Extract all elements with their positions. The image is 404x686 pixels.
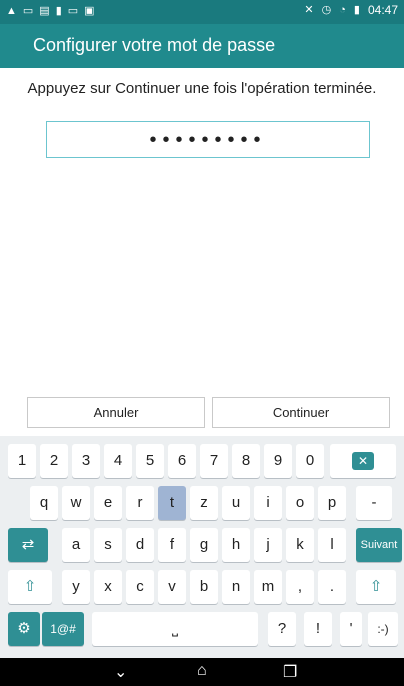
space-icon: ⎵ [171,620,178,637]
key-question[interactable]: ? [268,612,296,646]
key-k[interactable]: k [286,528,314,562]
space-key[interactable]: ⎵ [92,612,258,646]
key-s[interactable]: s [94,528,122,562]
header-bar: Configurer votre mot de passe [0,24,404,68]
key-e[interactable]: e [94,486,122,520]
card-icon: ▭ [67,5,79,17]
key-v[interactable]: v [158,570,186,604]
warning-icon: ▲ [6,5,17,17]
key-4[interactable]: 4 [104,444,132,478]
key-2[interactable]: 2 [40,444,68,478]
key-m[interactable]: m [254,570,282,604]
home-icon[interactable]: ⌂ [197,662,207,680]
mute-icon: ✕ [304,4,314,16]
key-3[interactable]: 3 [72,444,100,478]
shift-key-right[interactable]: ⇧ [356,570,396,604]
key-apostrophe[interactable]: ' [340,612,362,646]
key-x[interactable]: x [94,570,122,604]
shift-icon: ⇧ [23,578,37,595]
key-u[interactable]: u [222,486,250,520]
key-z[interactable]: z [190,486,218,520]
gear-icon: ⚙ [17,620,31,637]
onscreen-keyboard: 1 2 3 4 5 6 7 8 9 0 ✕ q w e r t z u i o … [0,436,404,658]
shift-key-left[interactable]: ⇧ [8,570,52,604]
key-y[interactable]: y [62,570,90,604]
key-a[interactable]: a [62,528,90,562]
key-hyphen[interactable]: - [356,486,392,520]
sim-icon: ▤ [39,5,50,17]
key-h[interactable]: h [222,528,250,562]
key-b[interactable]: b [190,570,218,604]
password-input[interactable]: ••••••••• [46,121,370,158]
tab-icon: ⇄ [21,536,35,553]
message-icon: ▭ [22,5,34,17]
battery-icon: ▮ [353,4,360,16]
cancel-button[interactable]: Annuler [27,397,205,428]
key-8[interactable]: 8 [232,444,260,478]
tab-key[interactable]: ⇄ [8,528,48,562]
status-bar: ▲ ▭ ▤ ▮ ▭ ▣ ✕ ◷ ◔ ▮ 04:47 [0,0,404,24]
backspace-icon: ✕ [351,452,375,470]
settings-key[interactable]: ⚙ [8,612,40,646]
key-w[interactable]: w [62,486,90,520]
next-key[interactable]: Suivant [356,528,402,562]
symbols-key[interactable]: 1@# [42,612,84,646]
key-d[interactable]: d [126,528,154,562]
key-l[interactable]: l [318,528,346,562]
key-j[interactable]: j [254,528,282,562]
key-p[interactable]: p [318,486,346,520]
key-6[interactable]: 6 [168,444,196,478]
continue-button[interactable]: Continuer [212,397,390,428]
alarm-icon: ◷ [321,4,332,16]
key-c[interactable]: c [126,570,154,604]
instruction-text: Appuyez sur Continuer une fois l'opérati… [27,80,377,97]
key-t[interactable]: t [158,486,186,520]
backspace-key[interactable]: ✕ [330,444,396,478]
status-time: 04:47 [367,3,398,17]
key-5[interactable]: 5 [136,444,164,478]
file-icon: ▮ [55,5,62,17]
key-o[interactable]: o [286,486,314,520]
key-f[interactable]: f [158,528,186,562]
key-0[interactable]: 0 [296,444,324,478]
key-i[interactable]: i [254,486,282,520]
key-7[interactable]: 7 [200,444,228,478]
key-q[interactable]: q [30,486,58,520]
back-icon[interactable]: ⌄ [114,662,127,682]
status-left-icons: ▲ ▭ ▤ ▮ ▭ ▣ [6,4,95,18]
key-9[interactable]: 9 [264,444,292,478]
recents-icon[interactable]: ❐ [283,662,297,682]
key-exclamation[interactable]: ! [304,612,332,646]
status-right-icons: ✕ ◷ ◔ ▮ 04:47 [304,3,398,17]
download-icon: ▣ [84,5,95,17]
shift-icon: ⇧ [369,578,383,595]
key-comma[interactable]: , [286,570,314,604]
key-period[interactable]: . [318,570,346,604]
key-r[interactable]: r [126,486,154,520]
key-1[interactable]: 1 [8,444,36,478]
key-n[interactable]: n [222,570,250,604]
key-smiley[interactable]: :-) [368,612,398,646]
navigation-bar: ⌄ ⌂ ❐ [0,658,404,686]
page-title: Configurer votre mot de passe [33,35,276,55]
wifi-icon: ◔ [339,4,346,16]
key-g[interactable]: g [190,528,218,562]
